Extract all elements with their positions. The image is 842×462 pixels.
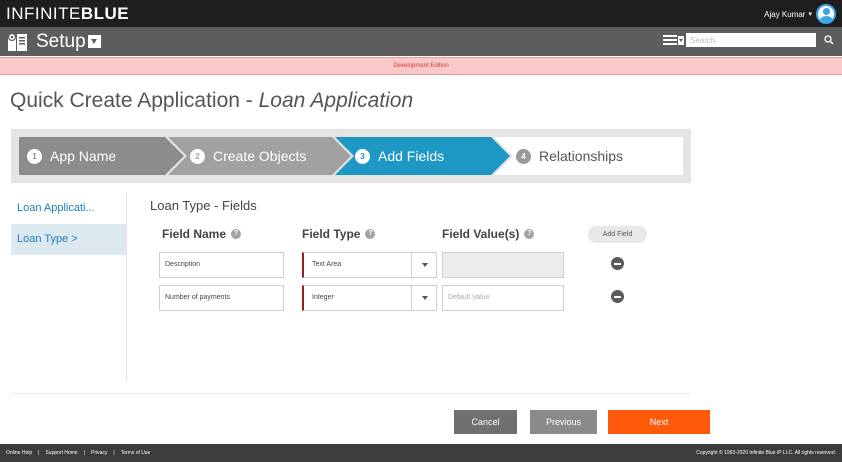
step-label: Add Fields [378, 148, 445, 164]
step-label: App Name [50, 148, 117, 164]
user-menu[interactable]: Ajay Kumar ▾ [764, 4, 836, 24]
section-divider [11, 393, 691, 394]
remove-field-icon[interactable] [611, 290, 624, 303]
footer-separator: | [113, 450, 115, 456]
column-label: Field Name [162, 227, 227, 241]
step-label: Relationships [539, 148, 624, 164]
development-edition-banner: Development Edition [0, 57, 842, 75]
wizard-step-create-objects[interactable]: 2 Create Objects [168, 137, 351, 175]
field-value-input [442, 252, 564, 278]
step-label: Create Objects [213, 148, 307, 164]
page-title-prefix: Quick Create Application - [10, 89, 259, 112]
step-number-badge: 1 [27, 148, 42, 164]
field-type-select[interactable]: Integer [302, 285, 437, 311]
step-number-badge: 2 [190, 148, 205, 164]
footer-link-support-home[interactable]: Support Home [45, 450, 77, 456]
setup-icon [7, 32, 27, 51]
remove-field-icon[interactable] [611, 257, 624, 270]
help-icon[interactable]: ? [365, 229, 376, 239]
chevron-down-icon: ▾ [808, 11, 812, 18]
search-input[interactable] [686, 33, 816, 47]
help-icon[interactable]: ? [524, 229, 535, 239]
dropdown-arrow-icon [678, 35, 684, 45]
footer-separator: | [38, 450, 40, 456]
column-header-field-name: Field Name ? [162, 227, 242, 241]
chevron-down-icon [422, 263, 428, 267]
field-type-select[interactable]: Text Area [302, 252, 437, 278]
cancel-button[interactable]: Cancel [454, 410, 517, 434]
column-header-field-values: Field Value(s) ? [442, 227, 535, 241]
next-button[interactable]: Next [608, 410, 710, 434]
logo-text-blue: BLUE [80, 4, 130, 23]
hamburger-icon [663, 35, 677, 45]
column-header-field-type: Field Type ? [302, 227, 376, 241]
top-bar: INFINITEBLUE Ajay Kumar ▾ [0, 0, 842, 27]
footer-link-privacy[interactable]: Privacy [91, 450, 107, 456]
select-divider [411, 253, 412, 277]
step-number-badge: 4 [516, 148, 531, 164]
user-name: Ajay Kumar [764, 9, 806, 19]
logo-text-infinite: INFINITE [6, 4, 81, 23]
chevron-down-icon [422, 296, 428, 300]
wizard-step-relationships[interactable]: 4 Relationships [494, 137, 683, 175]
field-value-input[interactable]: Default Value [442, 285, 564, 311]
field-name-input[interactable]: Number of payments [159, 285, 284, 311]
field-type-value: Text Area [312, 261, 342, 268]
previous-button[interactable]: Previous [530, 410, 597, 434]
menu-button[interactable] [663, 33, 684, 47]
column-label: Field Type [302, 227, 361, 241]
footer-link-terms-of-use[interactable]: Terms of Use [121, 450, 150, 456]
wizard-step-add-fields[interactable]: 3 Add Fields [335, 137, 510, 175]
infinite-blue-logo[interactable]: INFINITEBLUE [6, 4, 129, 23]
footer-separator: | [83, 450, 86, 456]
object-nav: Loan Applicati... Loan Type > [11, 193, 127, 381]
select-divider [411, 286, 412, 310]
step-number-badge: 3 [355, 148, 370, 164]
footer-links: Online Help | Support Home | Privacy | T… [6, 450, 150, 456]
copyright: Copyright © 1993-2020 Infinite Blue IP L… [696, 450, 836, 456]
wizard-steps: 1 App Name 2 Create Objects 3 Add Fields… [11, 129, 691, 183]
help-icon[interactable]: ? [231, 229, 242, 239]
section-title: Loan Type - Fields [150, 198, 257, 213]
wizard-step-app-name[interactable]: 1 App Name [19, 137, 184, 175]
field-type-value: Integer [312, 294, 334, 301]
footer: Online Help | Support Home | Privacy | T… [0, 444, 842, 462]
page-title: Quick Create Application - Loan Applicat… [10, 89, 413, 113]
nav-item-loan-application[interactable]: Loan Applicati... [11, 193, 126, 224]
page-title-app-name: Loan Application [258, 89, 414, 112]
search-icon[interactable] [824, 35, 834, 45]
setup-dropdown-icon[interactable] [88, 35, 101, 48]
footer-link-online-help[interactable]: Online Help [6, 450, 32, 456]
avatar[interactable] [816, 4, 836, 24]
nav-item-loan-type[interactable]: Loan Type > [11, 224, 126, 255]
column-label: Field Value(s) [442, 227, 520, 241]
field-name-input[interactable]: Description [159, 252, 284, 278]
add-field-button[interactable]: Add Field [588, 226, 647, 243]
setup-title[interactable]: Setup [36, 31, 86, 53]
